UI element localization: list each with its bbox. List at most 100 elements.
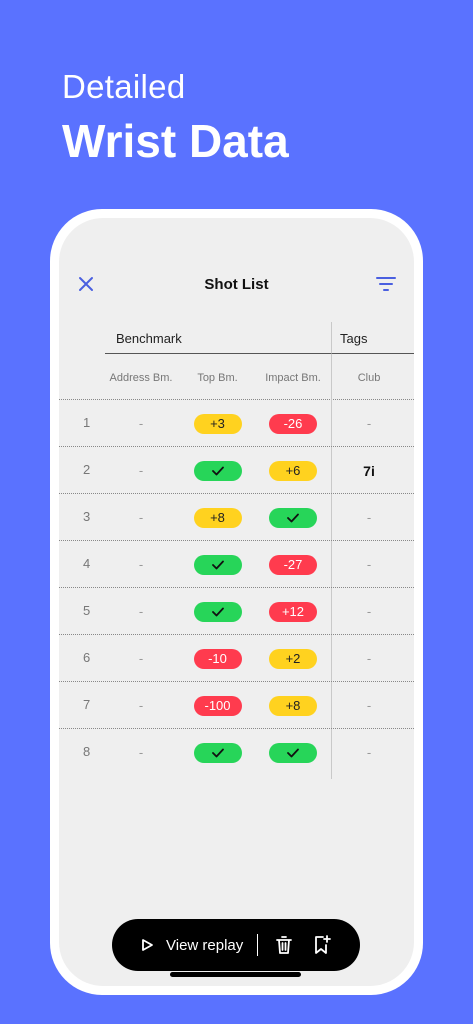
deviation-badge: -10	[193, 648, 242, 669]
row-number: 4	[83, 556, 91, 571]
cell-top	[188, 729, 247, 776]
table-row[interactable]: 4 - -27 -	[59, 541, 414, 588]
check-icon	[287, 513, 299, 522]
cell-club: -	[331, 635, 407, 682]
cell-top: -10	[188, 635, 247, 682]
cell-impact: +8	[255, 682, 331, 729]
empty-value: -	[366, 416, 372, 431]
cell-impact	[255, 494, 331, 541]
cell-club: -	[331, 541, 407, 588]
home-indicator	[170, 972, 301, 977]
empty-value: -	[138, 416, 144, 431]
row-number: 8	[83, 744, 91, 759]
cell-address: -	[105, 635, 177, 682]
empty-value: -	[366, 510, 372, 525]
row-number: 2	[83, 462, 91, 477]
table-row[interactable]: 5 - +12 -	[59, 588, 414, 635]
empty-value: -	[366, 745, 372, 760]
cell-address: -	[105, 729, 177, 776]
cell-impact: -27	[255, 541, 331, 588]
check-icon	[211, 607, 224, 616]
empty-value: -	[138, 463, 144, 478]
deviation-badge: +2	[269, 648, 317, 669]
check-icon	[287, 748, 299, 757]
cell-top	[188, 541, 247, 588]
cell-address: -	[105, 447, 177, 494]
cell-impact: +12	[255, 588, 331, 635]
hero-title: Wrist Data	[62, 115, 289, 167]
table-row[interactable]: 2 - +6 7i	[59, 447, 414, 494]
deviation-badge: +8	[269, 695, 317, 716]
empty-value: -	[138, 698, 144, 713]
app-screen: Shot List Benchmark Tags Address Bm. Top…	[59, 218, 414, 986]
table-row[interactable]: 7 - -100 +8 -	[59, 682, 414, 729]
empty-value: -	[366, 604, 372, 619]
empty-value: -	[366, 698, 372, 713]
row-number: 7	[83, 697, 91, 712]
deviation-badge: +8	[193, 507, 242, 528]
page-title: Shot List	[204, 276, 269, 293]
empty-value: -	[138, 510, 144, 525]
hero: Detailed Wrist Data	[62, 66, 289, 168]
action-bar-divider	[257, 934, 259, 956]
view-replay-label: View replay	[166, 936, 244, 954]
cell-top: +8	[188, 494, 247, 541]
cell-address: -	[105, 494, 177, 541]
cell-club: -	[331, 729, 407, 776]
table-row[interactable]: 1 - +3 -26 -	[59, 400, 414, 447]
cell-impact: -26	[255, 400, 331, 447]
deviation-badge: +12	[269, 601, 317, 622]
deviation-badge: -100	[193, 695, 242, 716]
tags-group-header: Tags	[331, 322, 414, 354]
cell-top	[188, 588, 247, 635]
cell-address: -	[105, 588, 177, 635]
check-icon	[211, 560, 224, 569]
hero-subtitle: Detailed	[62, 68, 186, 105]
trash-icon[interactable]	[275, 935, 293, 955]
bookmark-add-icon[interactable]	[313, 935, 332, 955]
cell-club: -	[331, 682, 407, 729]
column-header-top: Top Bm.	[197, 372, 238, 384]
table-row[interactable]: 6 - -10 +2 -	[59, 635, 414, 682]
column-headers: Address Bm. Top Bm. Impact Bm. Club	[59, 354, 414, 400]
cell-impact: +2	[255, 635, 331, 682]
table-row[interactable]: 3 - +8 -	[59, 494, 414, 541]
pass-badge	[269, 742, 317, 763]
cell-address: -	[105, 541, 177, 588]
table-row[interactable]: 8 - -	[59, 729, 414, 776]
cell-top: -100	[188, 682, 247, 729]
cell-club: -	[331, 400, 407, 447]
row-number: 3	[83, 509, 91, 524]
pass-badge	[193, 460, 242, 481]
empty-value: -	[366, 651, 372, 666]
empty-value: -	[138, 745, 144, 760]
empty-value: -	[366, 557, 372, 572]
check-icon	[211, 466, 224, 475]
cell-top: +3	[188, 400, 247, 447]
empty-value: -	[138, 651, 144, 666]
filter-icon[interactable]	[376, 276, 396, 292]
cell-impact	[255, 729, 331, 776]
view-replay-button[interactable]: View replay	[112, 919, 243, 971]
check-icon	[211, 748, 224, 757]
pass-badge	[193, 742, 242, 763]
action-bar: View replay	[112, 919, 360, 971]
pass-badge	[269, 507, 317, 528]
row-number: 1	[83, 415, 91, 430]
cell-impact: +6	[255, 447, 331, 494]
empty-value: -	[138, 604, 144, 619]
cell-top	[188, 447, 247, 494]
row-number: 5	[83, 603, 91, 618]
benchmark-group-header: Benchmark	[105, 322, 331, 354]
deviation-badge: +3	[193, 413, 242, 434]
column-header-impact: Impact Bm.	[265, 372, 321, 384]
deviation-badge: +6	[269, 460, 317, 481]
deviation-badge: -26	[269, 413, 317, 434]
play-icon	[142, 939, 153, 951]
cell-club: -	[331, 494, 407, 541]
cell-address: -	[105, 400, 177, 447]
shot-table-body: 1- +3 -26-2- +6 7i 3- +8-4- -27-5- +12-6- -10 +2-7…	[59, 400, 414, 776]
column-header-club: Club	[357, 372, 381, 384]
deviation-badge: -27	[269, 554, 317, 575]
pass-badge	[193, 554, 242, 575]
